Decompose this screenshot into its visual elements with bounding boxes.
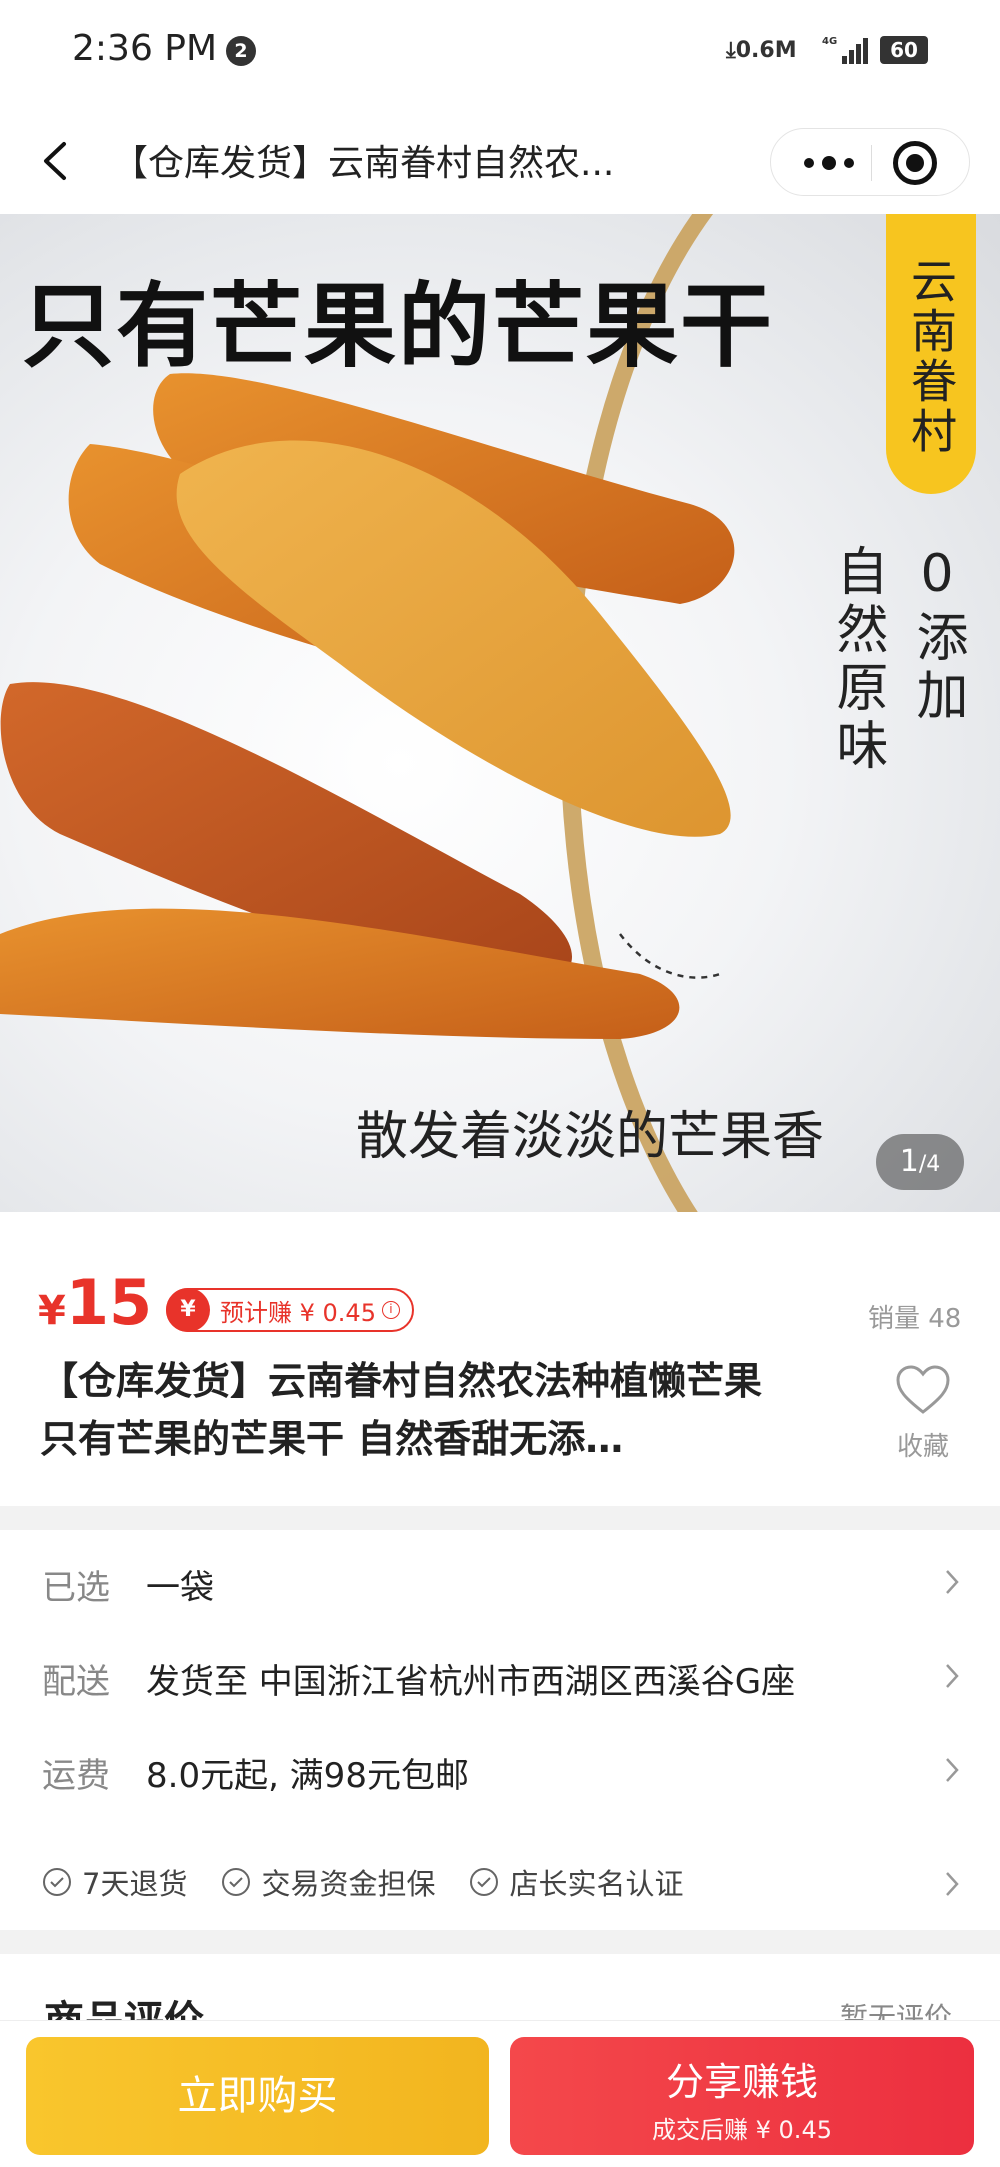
guarantee-text: 7天退货 xyxy=(82,1867,188,1901)
spec-row-delivery[interactable]: 配送 发货至 中国浙江省杭州市西湖区西溪谷G座 xyxy=(0,1644,1000,1708)
favorite-label: 收藏 xyxy=(896,1432,949,1462)
nav-title: 【仓库发货】云南眷村自然农... xyxy=(112,143,615,184)
network-type: 4G xyxy=(822,36,837,47)
gallery-pager: 1/4 xyxy=(876,1134,964,1190)
guarantee-text: 交易资金担保 xyxy=(261,1867,436,1901)
buy-now-button[interactable]: 立即购买 xyxy=(26,2037,489,2155)
pager-total: /4 xyxy=(918,1152,941,1177)
net-speed: ⤓0.6M xyxy=(726,38,797,63)
guarantee-item: 交易资金担保 xyxy=(221,1861,435,1903)
spec-row-shipping[interactable]: 运费 8.0元起, 满98元包邮 xyxy=(0,1738,1000,1802)
share-label: 分享赚钱 xyxy=(665,2060,818,2104)
share-sub-label: 成交后赚 ¥ 0.45 xyxy=(652,2116,832,2144)
product-title: 【仓库发货】云南眷村自然农法种植懒芒果 只有芒果的芒果干 自然香甜无添… xyxy=(40,1359,763,1461)
heart-icon xyxy=(896,1365,950,1414)
image-headline: 只有芒果的芒果干 xyxy=(22,272,775,380)
zero-additive-tag: 0添加 xyxy=(907,544,967,726)
image-caption: 散发着淡淡的芒果香 xyxy=(356,1107,825,1167)
guarantee-item: 7天退货 xyxy=(42,1861,187,1903)
spec-card: 已选 一袋 配送 发货至 中国浙江省杭州市西湖区西溪谷G座 运费 8.0元起, … xyxy=(0,1530,1000,1930)
nav-bar: 【仓库发货】云南眷村自然农... xyxy=(0,108,1000,214)
back-arrow-icon[interactable] xyxy=(32,136,82,186)
dried-mango-image xyxy=(0,373,735,1039)
chevron-right-icon xyxy=(946,1758,959,1782)
estimated-earn-badge[interactable]: ¥ 预计赚 ¥ 0.45 i xyxy=(166,1288,414,1332)
sales-count: 销量 48 xyxy=(868,1304,962,1334)
check-circle-icon xyxy=(43,1868,71,1896)
more-dots-icon[interactable] xyxy=(789,129,869,197)
capsule-divider xyxy=(871,145,872,181)
notification-badge: 2 xyxy=(226,36,256,66)
price-card: ¥15 ¥ 预计赚 ¥ 0.45 i 销量 48 【仓库发货】云南眷村自然农法种… xyxy=(0,1212,1000,1506)
net-speed-value: 0.6M xyxy=(735,38,797,63)
mini-program-capsule xyxy=(770,128,970,196)
natural-flavor-tag: 自然原味 xyxy=(827,544,887,776)
check-circle-icon xyxy=(222,1868,251,1896)
yen-coin-icon: ¥ xyxy=(166,1288,210,1332)
spec-key: 运费 xyxy=(42,1756,110,1796)
pager-current: 1 xyxy=(899,1144,919,1179)
chevron-right-icon xyxy=(946,1570,959,1594)
close-target-icon[interactable] xyxy=(893,141,937,185)
spec-key: 已选 xyxy=(42,1568,110,1608)
chevron-right-icon xyxy=(946,1872,959,1896)
chevron-right-icon xyxy=(946,1664,959,1688)
guarantee-item: 店长实名认证 xyxy=(469,1861,683,1903)
favorite-button[interactable]: 收藏 xyxy=(888,1364,958,1463)
status-time: 2:36 PM xyxy=(72,28,218,69)
product-image-carousel[interactable]: 只有芒果的芒果干 云南眷村 0添加 自然原味 散发着淡淡的芒果香 1/4 xyxy=(0,214,1000,1212)
spec-row-selected[interactable]: 已选 一袋 xyxy=(0,1550,1000,1614)
spec-value: 发货至 中国浙江省杭州市西湖区西溪谷G座 xyxy=(146,1662,796,1702)
price: ¥15 xyxy=(38,1266,152,1339)
earn-label: 预计赚 ¥ 0.45 xyxy=(220,1298,376,1327)
guarantees-row[interactable]: 7天退货 交易资金担保 店长实名认证 xyxy=(42,1860,922,1904)
brand-tag: 云南眷村 xyxy=(886,214,976,494)
bottom-action-bar: 立即购买 分享赚钱 成交后赚 ¥ 0.45 xyxy=(0,2020,1000,2167)
status-bar: 2:36 PM 2 ⤓0.6M 4G 60 xyxy=(0,0,1000,108)
battery-icon: 60 xyxy=(880,36,928,64)
check-circle-icon xyxy=(470,1868,499,1896)
spec-value: 8.0元起, 满98元包邮 xyxy=(146,1756,469,1796)
spec-key: 配送 xyxy=(42,1662,110,1702)
price-currency: ¥ xyxy=(38,1288,66,1334)
spec-value: 一袋 xyxy=(146,1568,214,1608)
guarantee-text: 店长实名认证 xyxy=(509,1867,684,1901)
info-icon: i xyxy=(381,1301,400,1319)
price-value: 15 xyxy=(65,1266,153,1339)
signal-icon: 4G xyxy=(822,36,868,64)
share-earn-button[interactable]: 分享赚钱 成交后赚 ¥ 0.45 xyxy=(510,2037,974,2155)
